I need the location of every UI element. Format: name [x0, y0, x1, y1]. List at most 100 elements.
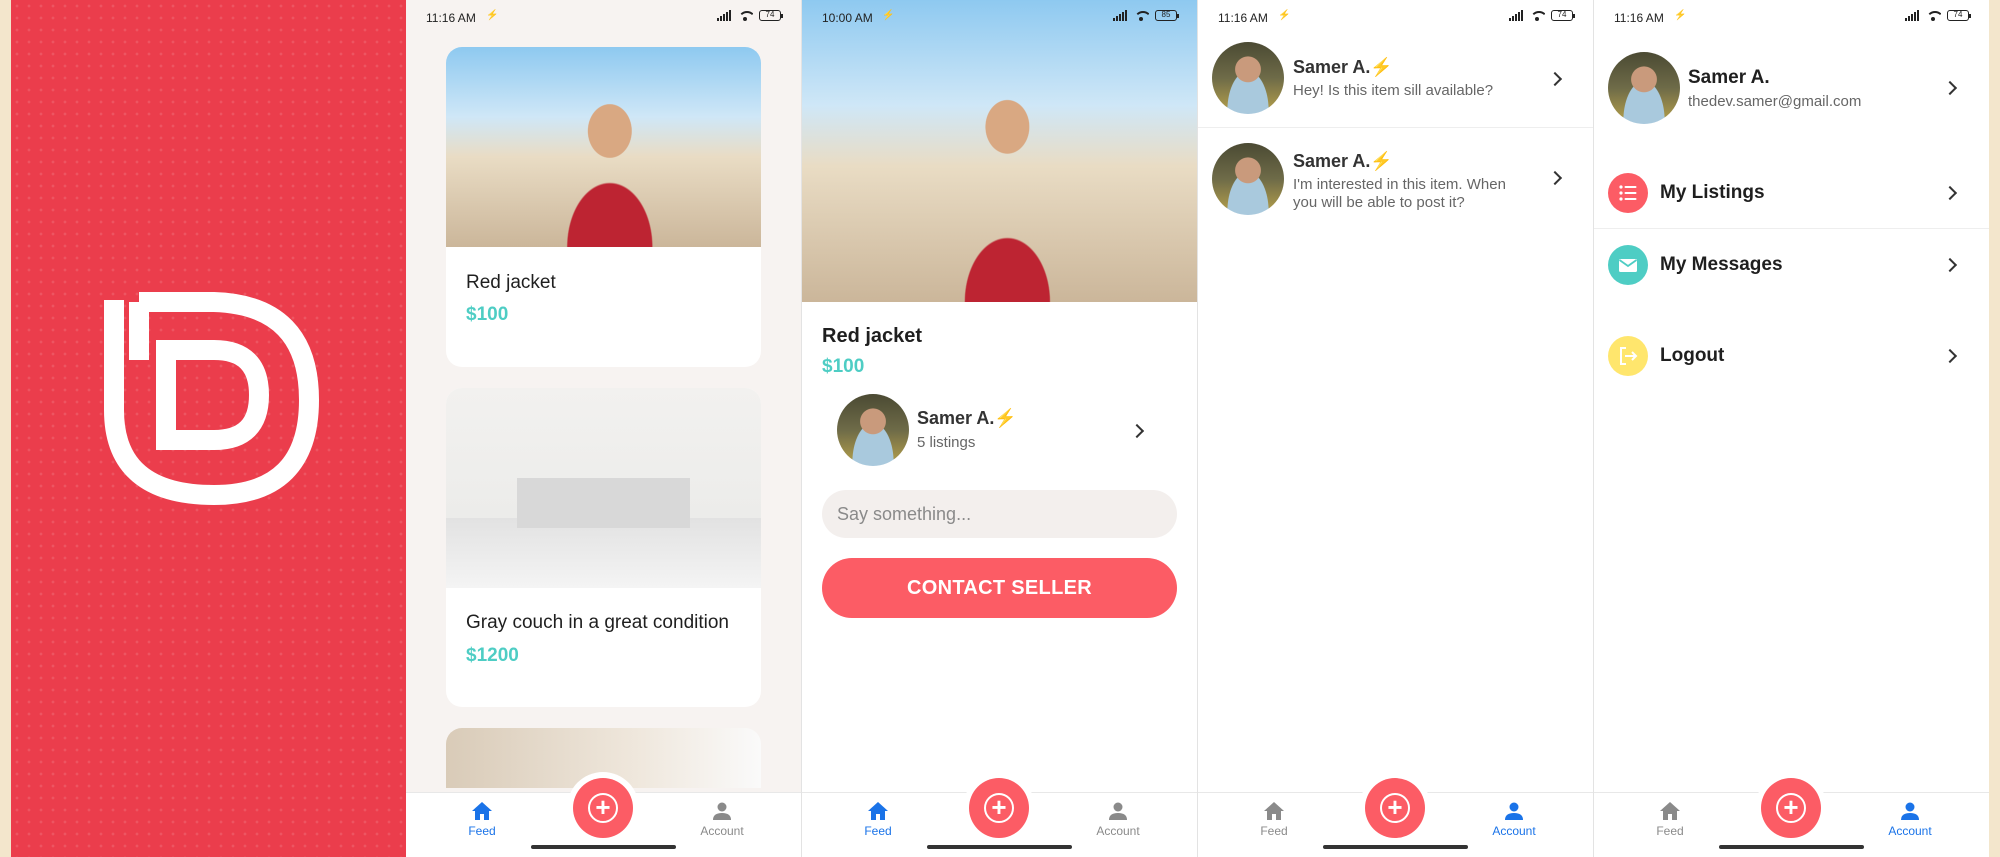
- status-bar: 10:00 AM ⚡ 85: [802, 0, 1197, 34]
- profile-email: thedev.samer@gmail.com: [1688, 93, 1862, 110]
- listing-card[interactable]: Gray couch in a great condition $1200: [446, 388, 761, 707]
- message-input[interactable]: [822, 490, 1177, 538]
- tab-label: Feed: [1260, 824, 1288, 838]
- signal-icon: [717, 10, 731, 21]
- tab-label: Account: [1096, 824, 1140, 838]
- listing-card[interactable]: Red jacket $100: [446, 47, 761, 367]
- message-sender: Samer A.⚡: [1293, 151, 1393, 171]
- home-indicator: [531, 845, 676, 849]
- tab-account[interactable]: Account: [1078, 801, 1158, 838]
- logout-icon: [1608, 336, 1648, 376]
- seller-listings-count: 5 listings: [917, 434, 976, 451]
- signal-icon: [1905, 10, 1919, 21]
- contact-seller-button[interactable]: CONTACT SELLER: [822, 558, 1177, 618]
- chevron-right-icon: [1942, 348, 1958, 364]
- avatar: [1212, 42, 1284, 114]
- home-indicator: [1719, 845, 1864, 849]
- status-bar: 11:16 AM ⚡ 74: [1198, 0, 1593, 34]
- menu-item-label: Logout: [1660, 345, 1725, 366]
- tab-account[interactable]: Account: [1474, 801, 1554, 838]
- status-time: 11:16 AM: [426, 11, 476, 25]
- listing-price: $100: [466, 304, 509, 325]
- tab-label: Feed: [864, 824, 892, 838]
- profile-row[interactable]: Samer A. thedev.samer@gmail.com: [1594, 40, 1989, 140]
- tab-feed[interactable]: Feed: [1630, 801, 1710, 838]
- tab-account[interactable]: Account: [1870, 801, 1950, 838]
- account-screen: 11:16 AM ⚡ 74 Samer A. thedev.samer@gmai…: [1594, 0, 1989, 857]
- listing-title: Red jacket: [466, 272, 556, 293]
- tab-label: Account: [700, 824, 744, 838]
- profile-name: Samer A.: [1688, 67, 1770, 88]
- message-preview: I'm interested in this item. When you wi…: [1293, 176, 1506, 211]
- wifi-icon: [1925, 10, 1941, 21]
- status-time: 11:16 AM: [1614, 11, 1664, 25]
- chevron-right-icon: [1129, 423, 1145, 439]
- chevron-right-icon: [1547, 71, 1563, 87]
- status-bar: 11:16 AM ⚡ 74: [406, 0, 801, 34]
- tab-feed[interactable]: Feed: [838, 801, 918, 838]
- battery-icon: 74: [759, 10, 783, 21]
- list-icon: [1608, 173, 1648, 213]
- tab-label: Feed: [1656, 824, 1684, 838]
- tab-feed[interactable]: Feed: [1234, 801, 1314, 838]
- message-item[interactable]: Samer A.⚡ Hey! Is this item sill availab…: [1198, 32, 1593, 128]
- status-bar: 11:16 AM ⚡ 74: [1594, 0, 1989, 34]
- battery-icon: 74: [1551, 10, 1575, 21]
- seller-name: Samer A.⚡: [917, 408, 1017, 428]
- user-icon: [713, 802, 731, 820]
- home-indicator: [1323, 845, 1468, 849]
- avatar: [1608, 52, 1680, 124]
- home-icon: [868, 802, 888, 820]
- user-icon: [1109, 802, 1127, 820]
- listing-title: Red jacket: [822, 325, 923, 347]
- status-time: 10:00 AM: [822, 11, 873, 25]
- charging-icon: ⚡: [1278, 10, 1291, 21]
- add-listing-button[interactable]: [969, 778, 1029, 838]
- listing-price: $100: [822, 356, 865, 377]
- menu-item-label: My Messages: [1660, 254, 1783, 275]
- screen-divider: [801, 0, 802, 857]
- wifi-icon: [737, 10, 753, 21]
- feed-screen: 11:16 AM ⚡ 74 Red jacket $100 Gray couch…: [406, 0, 801, 857]
- message-sender: Samer A.⚡: [1293, 57, 1393, 77]
- chevron-right-icon: [1942, 80, 1958, 96]
- listing-detail-screen: 10:00 AM ⚡ 85 Red jacket $100 Samer A.⚡ …: [802, 0, 1197, 857]
- home-icon: [1660, 802, 1680, 820]
- listing-price: $1200: [466, 645, 519, 666]
- avatar: [837, 394, 909, 466]
- message-item[interactable]: Samer A.⚡ I'm interested in this item. W…: [1198, 129, 1593, 225]
- charging-icon: ⚡: [1674, 10, 1687, 21]
- wifi-icon: [1133, 10, 1149, 21]
- tab-feed[interactable]: Feed: [442, 801, 522, 838]
- screen-divider: [1593, 0, 1594, 857]
- wifi-icon: [1529, 10, 1545, 21]
- add-listing-button[interactable]: [573, 778, 633, 838]
- d-logo-icon: [104, 292, 320, 506]
- home-icon: [1264, 802, 1284, 820]
- home-indicator: [927, 845, 1072, 849]
- listing-title: Gray couch in a great condition: [466, 612, 729, 633]
- email-icon: [1608, 245, 1648, 285]
- tab-label: Account: [1492, 824, 1536, 838]
- avatar: [1212, 143, 1284, 215]
- menu-item-my-listings[interactable]: My Listings: [1594, 158, 1989, 228]
- messages-screen: 11:16 AM ⚡ 74 Samer A.⚡ Hey! Is this ite…: [1198, 0, 1593, 857]
- add-listing-button[interactable]: [1761, 778, 1821, 838]
- user-icon: [1505, 802, 1523, 820]
- menu-item-my-messages[interactable]: My Messages: [1594, 230, 1989, 300]
- battery-icon: 74: [1947, 10, 1971, 21]
- listing-image: [802, 0, 1197, 302]
- battery-icon: 85: [1155, 10, 1179, 21]
- add-listing-button[interactable]: [1365, 778, 1425, 838]
- listing-image: [446, 388, 761, 588]
- chevron-right-icon: [1942, 185, 1958, 201]
- signal-icon: [1509, 10, 1523, 21]
- divider: [1594, 228, 1989, 229]
- tab-label: Feed: [468, 824, 496, 838]
- menu-item-logout[interactable]: Logout: [1594, 321, 1989, 391]
- home-icon: [472, 802, 492, 820]
- charging-icon: ⚡: [882, 10, 895, 21]
- tab-account[interactable]: Account: [682, 801, 762, 838]
- seller-row[interactable]: Samer A.⚡ 5 listings: [802, 390, 1197, 470]
- splash-screen: [11, 0, 406, 857]
